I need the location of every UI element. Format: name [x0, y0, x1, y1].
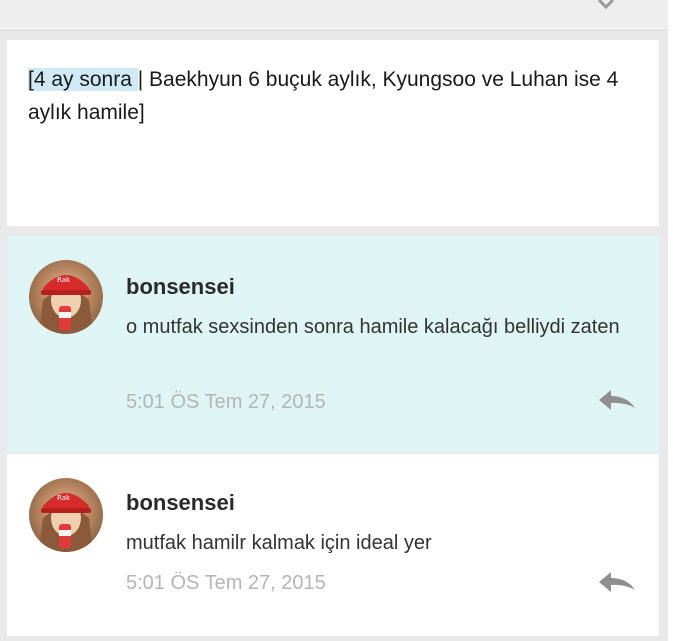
story-card: [4 ay sonra | Baekhyun 6 buçuk aylık, Ky…	[7, 40, 659, 226]
comment-item: Rak bonsensei o mutfak sexsinden sonra h…	[7, 236, 659, 452]
comment-item: Rak bonsensei mutfak hamilr kalmak için …	[7, 454, 659, 636]
comment-timestamp: 5:01 ÖS Tem 27, 2015	[126, 572, 326, 594]
comment-author[interactable]: bonsensei	[126, 274, 235, 300]
comment-text: mutfak hamilr kalmak için ideal yer	[126, 532, 432, 554]
highlighted-text: [4 ay sonra	[28, 68, 138, 91]
avatar-image: Rak	[39, 275, 93, 334]
avatar[interactable]: Rak	[29, 478, 103, 552]
comment-text: o mutfak sexsinden sonra hamile kalacağı…	[126, 316, 620, 338]
scroll-edge	[668, 0, 673, 641]
chevron-down-icon[interactable]	[597, 0, 615, 10]
story-text: [4 ay sonra | Baekhyun 6 buçuk aylık, Ky…	[28, 63, 648, 129]
comment-timestamp: 5:01 ÖS Tem 27, 2015	[126, 391, 326, 413]
reply-icon[interactable]	[597, 388, 637, 414]
svg-text:Rak: Rak	[57, 276, 71, 284]
avatar[interactable]: Rak	[29, 260, 103, 334]
avatar-image: Rak	[39, 493, 93, 552]
top-bar	[0, 0, 668, 31]
svg-text:Rak: Rak	[57, 494, 71, 502]
comment-author[interactable]: bonsensei	[126, 490, 235, 516]
reply-icon[interactable]	[597, 570, 637, 596]
